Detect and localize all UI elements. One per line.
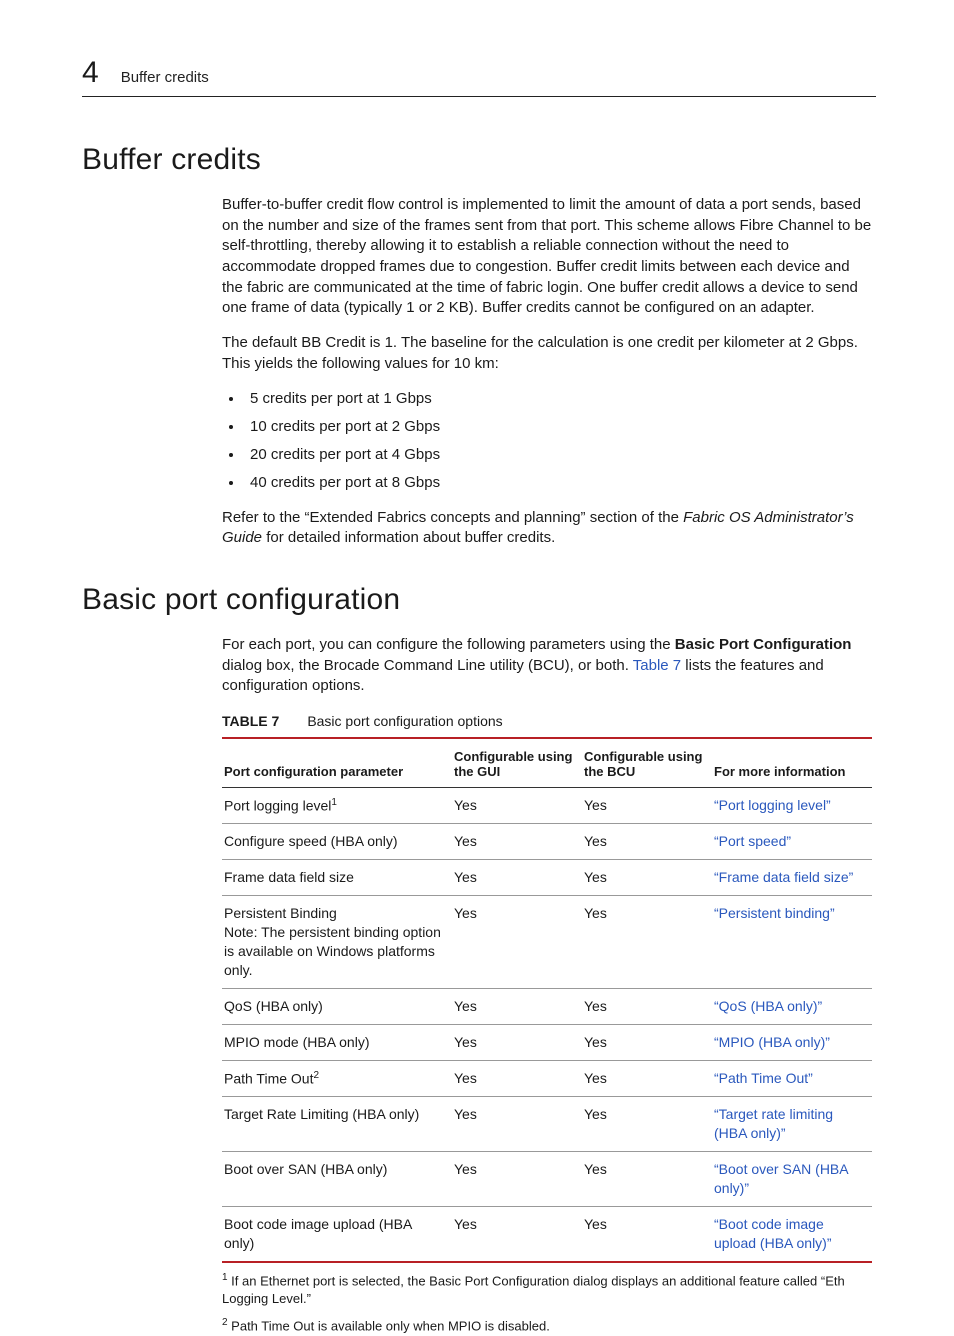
- cell-gui: Yes: [452, 787, 582, 824]
- paragraph: Refer to the “Extended Fabrics concepts …: [222, 508, 872, 549]
- table-row: Configure speed (HBA only)YesYes“Port sp…: [222, 824, 872, 860]
- cross-reference-link[interactable]: “Port logging level”: [714, 797, 831, 813]
- cell-bcu: Yes: [582, 988, 712, 1024]
- col-header-gui: Configurable using the GUI: [452, 738, 582, 788]
- cell-bcu: Yes: [582, 824, 712, 860]
- cell-info: “QoS (HBA only)”: [712, 988, 872, 1024]
- col-header-bcu: Configurable using the BCU: [582, 738, 712, 788]
- table-row: MPIO mode (HBA only)YesYes“MPIO (HBA onl…: [222, 1024, 872, 1060]
- text: for detailed information about buffer cr…: [262, 529, 555, 546]
- cross-reference-link[interactable]: “Port speed”: [714, 833, 791, 849]
- cell-parameter: Port logging level1: [222, 787, 452, 824]
- footnote-text: Path Time Out is available only when MPI…: [228, 1319, 550, 1334]
- cell-info: “Path Time Out”: [712, 1060, 872, 1097]
- cell-gui: Yes: [452, 1206, 582, 1261]
- text-bold: Basic Port Configuration: [675, 636, 852, 653]
- cross-reference-link[interactable]: “QoS (HBA only)”: [714, 998, 822, 1014]
- table-caption-label: TABLE 7: [222, 713, 279, 729]
- cell-info: “Persistent binding”: [712, 896, 872, 989]
- table-row: Persistent BindingNote: The persistent b…: [222, 896, 872, 989]
- cell-gui: Yes: [452, 1024, 582, 1060]
- cell-parameter: Frame data field size: [222, 860, 452, 896]
- paragraph: For each port, you can configure the fol…: [222, 635, 872, 697]
- section-title-basic-port-config: Basic port configuration: [82, 583, 876, 617]
- cell-parameter: Configure speed (HBA only): [222, 824, 452, 860]
- cross-reference-link[interactable]: “MPIO (HBA only)”: [714, 1034, 830, 1050]
- cell-parameter: QoS (HBA only): [222, 988, 452, 1024]
- cell-bcu: Yes: [582, 1151, 712, 1206]
- cell-gui: Yes: [452, 860, 582, 896]
- cell-info: “Frame data field size”: [712, 860, 872, 896]
- bullet-list: 5 credits per port at 1 Gbps 10 credits …: [244, 389, 872, 494]
- chapter-number: 4: [82, 58, 99, 88]
- paragraph: Buffer-to-buffer credit flow control is …: [222, 195, 872, 319]
- footnote: 2 Path Time Out is available only when M…: [222, 1316, 872, 1336]
- cell-bcu: Yes: [582, 787, 712, 824]
- page-header: 4 Buffer credits: [82, 58, 876, 97]
- cell-gui: Yes: [452, 1151, 582, 1206]
- footnote-ref: 1: [331, 797, 337, 808]
- cell-parameter: MPIO mode (HBA only): [222, 1024, 452, 1060]
- cell-bcu: Yes: [582, 1024, 712, 1060]
- list-item: 10 credits per port at 2 Gbps: [244, 417, 872, 437]
- text: dialog box, the Brocade Command Line uti…: [222, 657, 633, 674]
- table-row: QoS (HBA only)YesYes“QoS (HBA only)”: [222, 988, 872, 1024]
- list-item: 40 credits per port at 8 Gbps: [244, 473, 872, 493]
- cell-parameter: Target Rate Limiting (HBA only): [222, 1097, 452, 1152]
- cell-parameter: Boot over SAN (HBA only): [222, 1151, 452, 1206]
- table-row: Boot code image upload (HBA only)YesYes“…: [222, 1206, 872, 1261]
- table-caption: TABLE 7 Basic port configuration options: [222, 713, 872, 729]
- cross-reference-link[interactable]: “Target rate limiting (HBA only)”: [714, 1106, 833, 1141]
- cross-reference-link[interactable]: “Persistent binding”: [714, 905, 835, 921]
- list-item: 5 credits per port at 1 Gbps: [244, 389, 872, 409]
- cross-reference-link[interactable]: “Path Time Out”: [714, 1070, 813, 1086]
- cell-info: “Boot over SAN (HBA only)”: [712, 1151, 872, 1206]
- breadcrumb: Buffer credits: [121, 69, 209, 86]
- config-table: Port configuration parameter Configurabl…: [222, 737, 872, 1263]
- table-row: Port logging level1YesYes“Port logging l…: [222, 787, 872, 824]
- cell-bcu: Yes: [582, 1097, 712, 1152]
- cell-gui: Yes: [452, 824, 582, 860]
- cross-reference-link[interactable]: “Boot code image upload (HBA only)”: [714, 1216, 832, 1251]
- cell-info: “Port logging level”: [712, 787, 872, 824]
- table-caption-text: Basic port configuration options: [307, 713, 502, 729]
- section-title-buffer-credits: Buffer credits: [82, 143, 876, 177]
- cross-reference-link[interactable]: “Boot over SAN (HBA only)”: [714, 1161, 848, 1196]
- paragraph: The default BB Credit is 1. The baseline…: [222, 333, 872, 374]
- cell-bcu: Yes: [582, 896, 712, 989]
- table-row: Boot over SAN (HBA only)YesYes“Boot over…: [222, 1151, 872, 1206]
- cell-bcu: Yes: [582, 1060, 712, 1097]
- col-header-parameter: Port configuration parameter: [222, 738, 452, 788]
- cell-parameter: Path Time Out2: [222, 1060, 452, 1097]
- list-item: 20 credits per port at 4 Gbps: [244, 445, 872, 465]
- cell-parameter: Boot code image upload (HBA only): [222, 1206, 452, 1261]
- cell-gui: Yes: [452, 988, 582, 1024]
- table-reference-link[interactable]: Table 7: [633, 657, 681, 674]
- cell-info: “Port speed”: [712, 824, 872, 860]
- footnote: 1 If an Ethernet port is selected, the B…: [222, 1271, 872, 1309]
- cell-bcu: Yes: [582, 1206, 712, 1261]
- footnote-ref: 2: [313, 1070, 319, 1081]
- cell-info: “Target rate limiting (HBA only)”: [712, 1097, 872, 1152]
- cell-info: “Boot code image upload (HBA only)”: [712, 1206, 872, 1261]
- cell-bcu: Yes: [582, 860, 712, 896]
- cell-gui: Yes: [452, 1097, 582, 1152]
- cell-parameter: Persistent BindingNote: The persistent b…: [222, 896, 452, 989]
- text: Refer to the “Extended Fabrics concepts …: [222, 509, 683, 526]
- cell-gui: Yes: [452, 1060, 582, 1097]
- col-header-info: For more information: [712, 738, 872, 788]
- footnote-text: If an Ethernet port is selected, the Bas…: [222, 1273, 845, 1306]
- cell-gui: Yes: [452, 896, 582, 989]
- cell-note: Note: The persistent binding option is a…: [224, 923, 444, 980]
- cell-info: “MPIO (HBA only)”: [712, 1024, 872, 1060]
- text: For each port, you can configure the fol…: [222, 636, 675, 653]
- table-row: Target Rate Limiting (HBA only)YesYes“Ta…: [222, 1097, 872, 1152]
- table-row: Path Time Out2YesYes“Path Time Out”: [222, 1060, 872, 1097]
- cross-reference-link[interactable]: “Frame data field size”: [714, 869, 853, 885]
- table-row: Frame data field sizeYesYes“Frame data f…: [222, 860, 872, 896]
